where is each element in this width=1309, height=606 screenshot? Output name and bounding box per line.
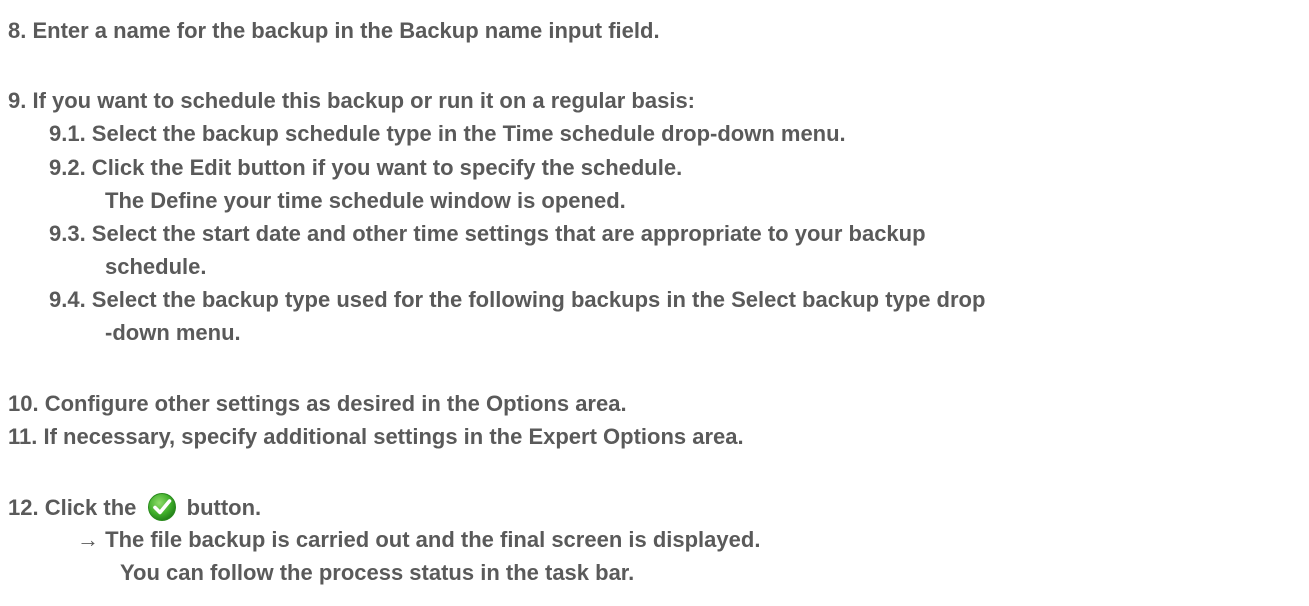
step-9-2: 9.2. Click the Edit button if you want t… [49,155,683,180]
step-8: 8. Enter a name for the backup in the Ba… [8,18,660,43]
step-9-4-cont: -down menu. [105,320,241,345]
step-9-1: 9.1. Select the backup schedule type in … [49,121,846,146]
step-11: 11. If necessary, specify additional set… [8,424,744,449]
result-line-2: You can follow the process status in the… [120,560,635,585]
step-9-3-cont: schedule. [105,254,207,279]
step-12-prefix: 12. Click the [8,494,137,520]
step-9-3: 9.3. Select the start date and other tim… [49,221,926,246]
right-arrow-icon: → [77,527,99,552]
green-checkmark-icon [147,492,177,522]
result-line-1: → The file backup is carried out and the… [77,527,760,553]
step-10: 10. Configure other settings as desired … [8,391,627,416]
step-12-suffix: button. [186,494,262,520]
step-9-4: 9.4. Select the backup type used for the… [49,287,986,312]
result-text-1: The file backup is carried out and the f… [105,527,761,552]
step-9: 9. If you want to schedule this backup o… [8,88,696,113]
step-12: 12. Click the button. [8,492,262,524]
step-9-2-note: The Define your time schedule window is … [105,188,626,213]
